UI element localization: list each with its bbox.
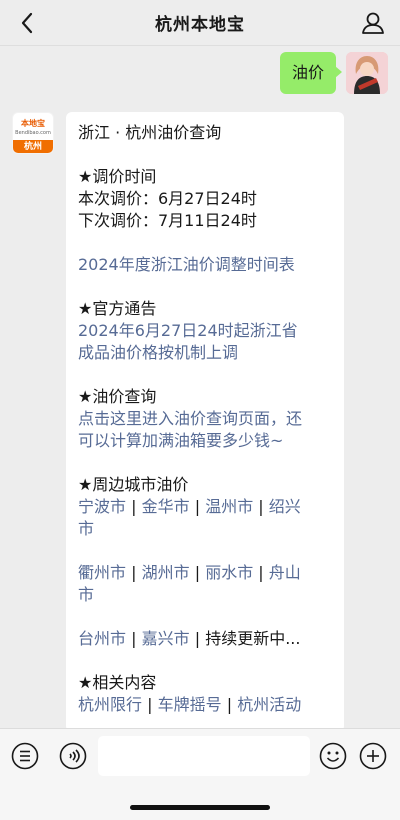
logo-brand: 本地宝 [21,118,45,128]
logo-top: 本地宝 Bendibao.com [13,113,53,140]
plus-button[interactable] [358,741,388,771]
oil-price-card: 浙江 · 杭州油价查询 ★调价时间 本次调价：6月27日24时 下次调价：7月1… [66,112,344,732]
query-link-line1[interactable]: 点击这里进入油价查询页面，还 [78,408,332,430]
updating-text: 持续更新中... [205,629,301,648]
separator: | [131,629,137,648]
separator: | [194,563,201,582]
logo-city: 杭州 [13,140,53,153]
city-row-2: 衢州市 | 湖州市 | 丽水市 | 舟山 [78,562,332,584]
adjust-title: ★调价时间 [78,167,157,186]
user-avatar-image [346,52,388,94]
chat-header: 杭州本地宝 [0,0,400,46]
city-link-shaoxing-wrap[interactable]: 市 [78,518,332,540]
city-link-shaoxing[interactable]: 绍兴 [269,497,301,516]
home-indicator [130,805,270,810]
user-avatar[interactable] [346,52,388,94]
account-avatar[interactable]: 本地宝 Bendibao.com 杭州 [12,112,54,154]
person-icon [362,12,384,34]
back-button[interactable] [14,10,40,36]
list-menu-icon [11,742,39,770]
message-input[interactable] [98,736,310,776]
city-link-huzhou[interactable]: 湖州市 [142,563,190,582]
city-link-ningbo[interactable]: 宁波市 [78,497,126,516]
emoji-button[interactable] [318,741,348,771]
related-link-plate-lottery[interactable]: 车牌摇号 [158,695,222,714]
city-link-jiaxing[interactable]: 嘉兴市 [142,629,190,648]
related-title: ★相关内容 [78,673,157,692]
separator: | [131,497,137,516]
voice-button[interactable] [58,741,88,771]
separator: | [131,563,137,582]
city-row-3: 台州市 | 嘉兴市 | 持续更新中... [78,628,332,650]
cities-title: ★周边城市油价 [78,475,189,494]
city-row-1: 宁波市 | 金华市 | 温州市 | 绍兴 [78,496,332,518]
separator: | [226,695,233,714]
related-link-restriction[interactable]: 杭州限行 [78,695,142,714]
this-adjust-time: 本次调价：6月27日24时 [78,189,257,208]
emoji-icon [319,742,347,770]
city-link-lishui[interactable]: 丽水市 [205,563,253,582]
chat-title: 杭州本地宝 [155,15,245,35]
separator: | [258,563,264,582]
city-link-jinhua[interactable]: 金华市 [142,497,190,516]
schedule-link[interactable]: 2024年度浙江油价调整时间表 [78,254,332,276]
chat-screen: 杭州本地宝 油价 本地宝 Bendibao.com 杭州 浙江 · 杭州油价查询… [0,0,400,820]
separator: | [147,695,153,714]
related-row: 杭州限行 | 车牌摇号 | 杭州活动 [78,694,332,716]
logo-domain: Bendibao.com [15,129,51,136]
city-link-zhoushan-wrap[interactable]: 市 [78,584,332,606]
user-message-bubble[interactable]: 油价 [279,52,343,94]
city-link-zhoushan[interactable]: 舟山 [269,563,301,582]
voice-icon [59,742,87,770]
official-account-message: 本地宝 Bendibao.com 杭州 浙江 · 杭州油价查询 ★调价时间 本次… [12,112,344,732]
separator: | [194,497,201,516]
profile-button[interactable] [360,10,386,36]
notice-title: ★官方通告 [78,299,157,318]
notice-link-line1[interactable]: 2024年6月27日24时起浙江省 [78,320,332,342]
plus-circle-icon [359,742,387,770]
city-link-quzhou[interactable]: 衢州市 [78,563,126,582]
card-heading: 浙江 · 杭州油价查询 [78,123,222,142]
query-link-line2[interactable]: 可以计算加满油箱要多少钱~ [78,430,332,452]
user-message: 油价 [279,52,388,94]
city-link-wenzhou[interactable]: 温州市 [205,497,253,516]
notice-link-line2[interactable]: 成品油价格按机制上调 [78,342,332,364]
menu-button[interactable] [10,741,40,771]
chevron-left-icon [21,12,33,34]
next-adjust-time: 下次调价：7月11日24时 [78,211,257,230]
separator: | [194,629,201,648]
city-link-taizhou[interactable]: 台州市 [78,629,126,648]
separator: | [258,497,264,516]
related-link-events[interactable]: 杭州活动 [237,695,301,714]
query-title: ★油价查询 [78,387,157,406]
